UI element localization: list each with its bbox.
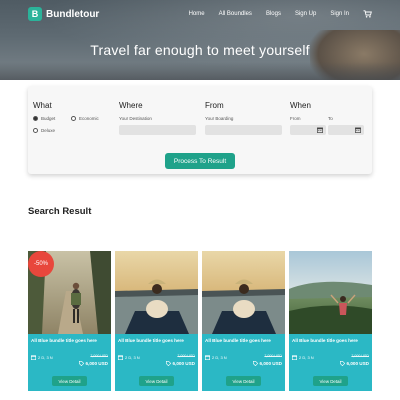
- radio-economic[interactable]: [71, 116, 76, 121]
- nav-item-all-boundles[interactable]: All Boundles: [219, 11, 252, 17]
- process-to-result-button[interactable]: Process To Result: [165, 153, 235, 169]
- calendar-icon: [205, 355, 210, 360]
- bundle-duration: 2 D, 3 N: [118, 355, 140, 360]
- view-detail-button[interactable]: View Detail: [52, 376, 87, 386]
- tag-icon: [252, 361, 258, 366]
- bundle-duration: 2 D, 3 N: [292, 355, 314, 360]
- bundle-image: [289, 251, 372, 334]
- destination-input[interactable]: [119, 125, 196, 135]
- discount-badge: -50%: [28, 251, 54, 277]
- destination-label: Your Destination: [119, 116, 152, 121]
- calendar-icon[interactable]: [317, 127, 323, 133]
- when-to-label: To: [328, 116, 333, 121]
- bundle-duration-text: 2 D, 3 N: [38, 355, 53, 360]
- tag-icon: [339, 361, 345, 366]
- nav-item-sign-up[interactable]: Sign Up: [295, 11, 316, 17]
- bundle-image: [202, 251, 285, 334]
- boarding-input[interactable]: [205, 125, 282, 135]
- bundle-old-price: 7,000 USD: [264, 354, 282, 358]
- tag-icon: [165, 361, 171, 366]
- nav-item-sign-in[interactable]: Sign In: [330, 11, 349, 17]
- view-detail-button[interactable]: View Detail: [313, 376, 348, 386]
- calendar-icon[interactable]: [355, 127, 361, 133]
- view-detail-button[interactable]: View Detail: [226, 376, 261, 386]
- radio-deluxe[interactable]: [33, 128, 38, 133]
- bundle-title: All Blue bundle title goes here: [205, 338, 271, 343]
- tag-icon: [78, 361, 84, 366]
- bundle-price: 6,000 USD: [252, 361, 282, 366]
- boarding-label: Your Boarding: [205, 116, 234, 121]
- bundle-card-body: All Blue bundle title goes here 2 D, 3 N…: [202, 334, 285, 391]
- brand-name: Bundletour: [46, 8, 100, 20]
- bundle-card-body: All Blue bundle title goes here 2 D, 3 N…: [289, 334, 372, 391]
- bundle-price: 6,000 USD: [78, 361, 108, 366]
- bundle-card[interactable]: -50% All Blue bundle title goes here 2 D…: [28, 251, 111, 391]
- hero-banner: B Bundletour Home All Boundles Blogs Sig…: [0, 0, 400, 80]
- view-detail-button[interactable]: View Detail: [139, 376, 174, 386]
- radio-budget[interactable]: [33, 116, 38, 121]
- nav-menu: Home All Boundles Blogs Sign Up Sign In: [189, 10, 372, 18]
- top-navigation: B Bundletour Home All Boundles Blogs Sig…: [0, 0, 400, 28]
- result-cards: -50% All Blue bundle title goes here 2 D…: [28, 251, 372, 391]
- radio-budget-label: Budget: [41, 116, 56, 121]
- bundle-image: [115, 251, 198, 334]
- bundle-old-price: 7,000 USD: [351, 354, 369, 358]
- bundle-image: -50%: [28, 251, 111, 334]
- bundle-card[interactable]: All Blue bundle title goes here 2 D, 3 N…: [289, 251, 372, 391]
- search-result-title: Search Result: [28, 206, 92, 217]
- bundle-title: All Blue bundle title goes here: [292, 338, 358, 343]
- from-title: From: [205, 101, 224, 110]
- what-title: What: [33, 101, 52, 110]
- hero-ground: [0, 62, 400, 80]
- brand[interactable]: B Bundletour: [28, 7, 99, 21]
- bundle-card[interactable]: All Blue bundle title goes here 2 D, 3 N…: [115, 251, 198, 391]
- radio-economic-label: Economic: [79, 116, 99, 121]
- bundle-title: All Blue bundle title goes here: [31, 338, 97, 343]
- bundle-price-text: 6,000 USD: [346, 361, 369, 366]
- search-panel: What Budget Economic Deluxe Where Your D…: [28, 86, 372, 174]
- bundle-duration-text: 2 D, 3 N: [212, 355, 227, 360]
- bundle-price-text: 6,000 USD: [259, 361, 282, 366]
- bundle-duration-text: 2 D, 3 N: [299, 355, 314, 360]
- bundle-title: All Blue bundle title goes here: [118, 338, 184, 343]
- bundle-duration: 2 D, 3 N: [205, 355, 227, 360]
- bundle-card-body: All Blue bundle title goes here 2 D, 3 N…: [28, 334, 111, 391]
- radio-deluxe-label: Deluxe: [41, 128, 56, 133]
- bundle-price-text: 6,000 USD: [172, 361, 195, 366]
- bundle-old-price: 7,000 USD: [90, 354, 108, 358]
- cart-icon[interactable]: [363, 10, 372, 18]
- calendar-icon: [118, 355, 123, 360]
- when-title: When: [290, 101, 311, 110]
- nav-item-blogs[interactable]: Blogs: [266, 11, 281, 17]
- bundle-price: 6,000 USD: [165, 361, 195, 366]
- bundle-price-text: 6,000 USD: [85, 361, 108, 366]
- bundle-price: 6,000 USD: [339, 361, 369, 366]
- brand-logo-icon: B: [28, 7, 42, 21]
- calendar-icon: [292, 355, 297, 360]
- bundle-duration-text: 2 D, 3 N: [125, 355, 140, 360]
- bundle-old-price: 7,000 USD: [177, 354, 195, 358]
- where-title: Where: [119, 101, 143, 110]
- bundle-card-body: All Blue bundle title goes here 2 D, 3 N…: [115, 334, 198, 391]
- bundle-card[interactable]: All Blue bundle title goes here 2 D, 3 N…: [202, 251, 285, 391]
- hero-tagline: Travel far enough to meet yourself: [90, 42, 310, 58]
- calendar-icon: [31, 355, 36, 360]
- nav-item-home[interactable]: Home: [189, 11, 205, 17]
- when-from-label: From: [290, 116, 301, 121]
- bundle-duration: 2 D, 3 N: [31, 355, 53, 360]
